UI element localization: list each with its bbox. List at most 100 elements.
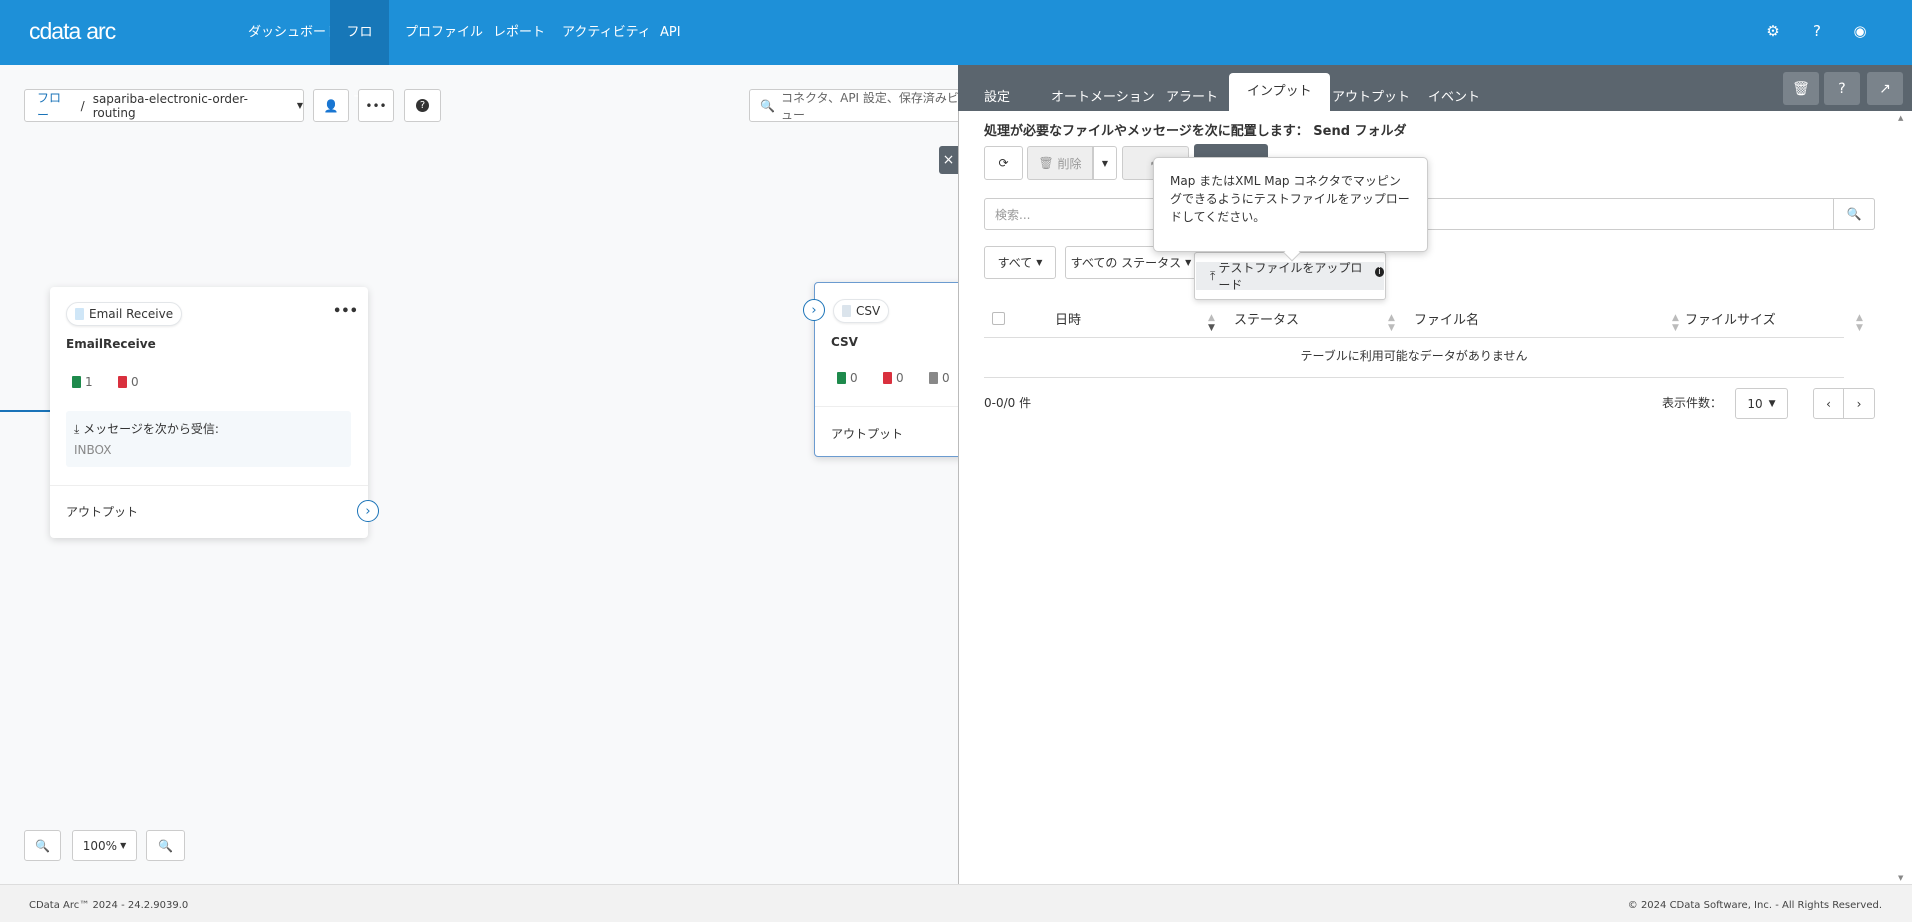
- more-button[interactable]: •••: [358, 89, 394, 122]
- error-count: 0: [118, 375, 139, 389]
- caret-down-icon: ▼: [120, 841, 127, 850]
- gear-icon[interactable]: ⚙: [1763, 22, 1783, 42]
- column-header-filename[interactable]: ファイル名: [1414, 306, 1479, 336]
- copyright-text: © 2024 CData Software, Inc. - All Rights…: [1627, 900, 1882, 911]
- download-icon: ⤓: [74, 422, 80, 436]
- zoom-out-icon: 🔍: [158, 838, 173, 853]
- panel-tabbar: 設定 オートメーション アラート インプット アウトプット イベント 🗑 ? ↗: [958, 65, 1912, 111]
- column-header-filesize[interactable]: ファイルサイズ: [1685, 306, 1776, 336]
- search-button[interactable]: 🔍: [1833, 198, 1875, 230]
- file-pending-icon: [929, 372, 938, 384]
- tab-input[interactable]: インプット: [1229, 73, 1330, 111]
- file-error-icon: [118, 376, 127, 388]
- connector-name: EmailReceive: [66, 337, 156, 351]
- popout-button[interactable]: ↗: [1867, 72, 1903, 105]
- prev-page-button[interactable]: ‹: [1813, 388, 1844, 419]
- filter-all-dropdown[interactable]: すべて ▼: [984, 246, 1056, 279]
- tab-automation[interactable]: オートメーション: [1039, 84, 1167, 111]
- refresh-icon: ⟳: [998, 156, 1009, 170]
- sort-icon[interactable]: ▲ ▼: [1672, 313, 1679, 333]
- connector-card-csv[interactable]: CSV CSV 0 0 0 アウトプット: [814, 282, 975, 457]
- upload-test-file-menu-item[interactable]: ⤒ テストファイルをアップロード i: [1196, 261, 1384, 292]
- empty-table-message: テーブルに利用可能なデータがありません: [1300, 349, 1528, 363]
- file-search-input[interactable]: 検索...: [984, 198, 1875, 230]
- page-size-label: 表示件数：: [1662, 396, 1723, 410]
- user-icon[interactable]: ◉: [1850, 22, 1870, 42]
- tab-alerts[interactable]: アラート: [1154, 84, 1230, 111]
- card-menu-button[interactable]: •••: [333, 304, 358, 319]
- refresh-button[interactable]: ⟳: [984, 146, 1023, 180]
- help-button[interactable]: ?: [404, 89, 441, 122]
- pending-count: 0: [929, 371, 950, 385]
- zoom-level-dropdown[interactable]: 100% ▼: [72, 830, 137, 861]
- top-navbar: cdataarc ダッシュボード フロー プロファイル レポート アクティビティ…: [0, 0, 1912, 105]
- info-icon: i: [1374, 267, 1384, 277]
- delete-dropdown-caret[interactable]: ▼: [1093, 146, 1117, 180]
- file-success-icon: [72, 376, 81, 388]
- close-panel-button[interactable]: ×: [939, 146, 958, 174]
- select-all-checkbox[interactable]: [992, 312, 1005, 325]
- file-success-icon: [837, 372, 846, 384]
- nav-flow[interactable]: フロー: [330, 0, 389, 105]
- nav-profile[interactable]: プロファイル: [393, 0, 495, 65]
- help-button[interactable]: ?: [1824, 72, 1860, 105]
- output-label: アウトプット: [831, 427, 904, 441]
- file-error-icon: [883, 372, 892, 384]
- nav-activity[interactable]: アクティビティ: [550, 0, 663, 65]
- panel-scrollbar[interactable]: ▲ ▼: [1898, 114, 1910, 882]
- table-header-divider: [984, 337, 1844, 338]
- help-icon: ?: [416, 99, 429, 112]
- delete-button[interactable]: 🗑 削除: [1027, 146, 1093, 180]
- upload-icon: ⤒: [1210, 268, 1216, 283]
- connection-line: [0, 410, 50, 412]
- tab-settings[interactable]: 設定: [972, 84, 1022, 111]
- search-icon: 🔍: [1846, 207, 1862, 221]
- caret-down-icon: ▼: [296, 101, 303, 110]
- sort-icon[interactable]: ▲ ▼: [1856, 313, 1863, 333]
- version-text: CData Arc™ 2024 - 24.2.9039.0: [29, 900, 189, 911]
- tab-events[interactable]: イベント: [1416, 84, 1492, 111]
- inbox-folder: INBOX: [74, 443, 112, 457]
- nav-api[interactable]: API: [648, 0, 693, 65]
- next-page-button[interactable]: ›: [1843, 388, 1875, 419]
- zoom-out-button[interactable]: 🔍: [146, 830, 185, 861]
- input-port-chevron-icon[interactable]: ›: [803, 299, 825, 321]
- zoom-in-button[interactable]: 🔍: [24, 830, 61, 861]
- column-header-datetime[interactable]: 日時: [1055, 306, 1081, 336]
- help-icon[interactable]: ?: [1807, 22, 1827, 42]
- connector-card-emailreceive[interactable]: Email Receive ••• EmailReceive 1 0 ⤓ メッセ…: [50, 287, 379, 538]
- user-button[interactable]: 👤: [313, 89, 349, 122]
- connector-search-input[interactable]: 🔍 コネクタ、API 設定、保存済みビュー: [749, 89, 969, 122]
- caret-down-icon: ▼: [1036, 258, 1043, 267]
- record-count: 0-0/0 件: [984, 396, 1032, 410]
- connector-type-badge: Email Receive: [66, 302, 183, 326]
- email-icon: [75, 308, 84, 320]
- success-count: 0: [837, 371, 858, 385]
- divider: [815, 406, 975, 407]
- external-link-icon: ↗: [1879, 80, 1891, 97]
- breadcrumb-separator: /: [80, 98, 85, 113]
- delete-connector-button[interactable]: 🗑: [1783, 72, 1819, 105]
- search-icon: 🔍: [760, 98, 775, 113]
- divider: [50, 485, 368, 486]
- flow-name: sapariba-electronic-order-routing: [92, 91, 248, 120]
- sort-icon[interactable]: ▲ ▼: [1388, 313, 1395, 333]
- caret-down-icon: ▼: [1185, 258, 1192, 267]
- chevron-left-icon: ‹: [1826, 396, 1831, 411]
- receive-info: ⤓ メッセージを次から受信: INBOX: [66, 411, 351, 467]
- flow-breadcrumb-dropdown[interactable]: フロー / sapariba-electronic-order-routing …: [24, 89, 304, 122]
- nav-report[interactable]: レポート: [481, 0, 557, 65]
- breadcrumb-root[interactable]: フロー: [37, 89, 73, 123]
- success-count: 1: [72, 375, 93, 389]
- trash-icon: 🗑: [1038, 156, 1054, 170]
- user-icon: 👤: [323, 98, 339, 113]
- output-port-chevron-icon[interactable]: ›: [357, 500, 379, 522]
- help-icon: ?: [1838, 80, 1846, 97]
- column-header-status[interactable]: ステータス: [1234, 306, 1299, 336]
- cdata-arc-logo[interactable]: cdata arc: [29, 18, 116, 45]
- chevron-right-icon: ›: [1856, 396, 1862, 411]
- sort-desc-icon[interactable]: ▲ ▼: [1208, 313, 1215, 333]
- page-size-select[interactable]: 10 ▼: [1735, 388, 1788, 419]
- connector-name: CSV: [831, 335, 858, 349]
- tab-output[interactable]: アウトプット: [1320, 84, 1422, 111]
